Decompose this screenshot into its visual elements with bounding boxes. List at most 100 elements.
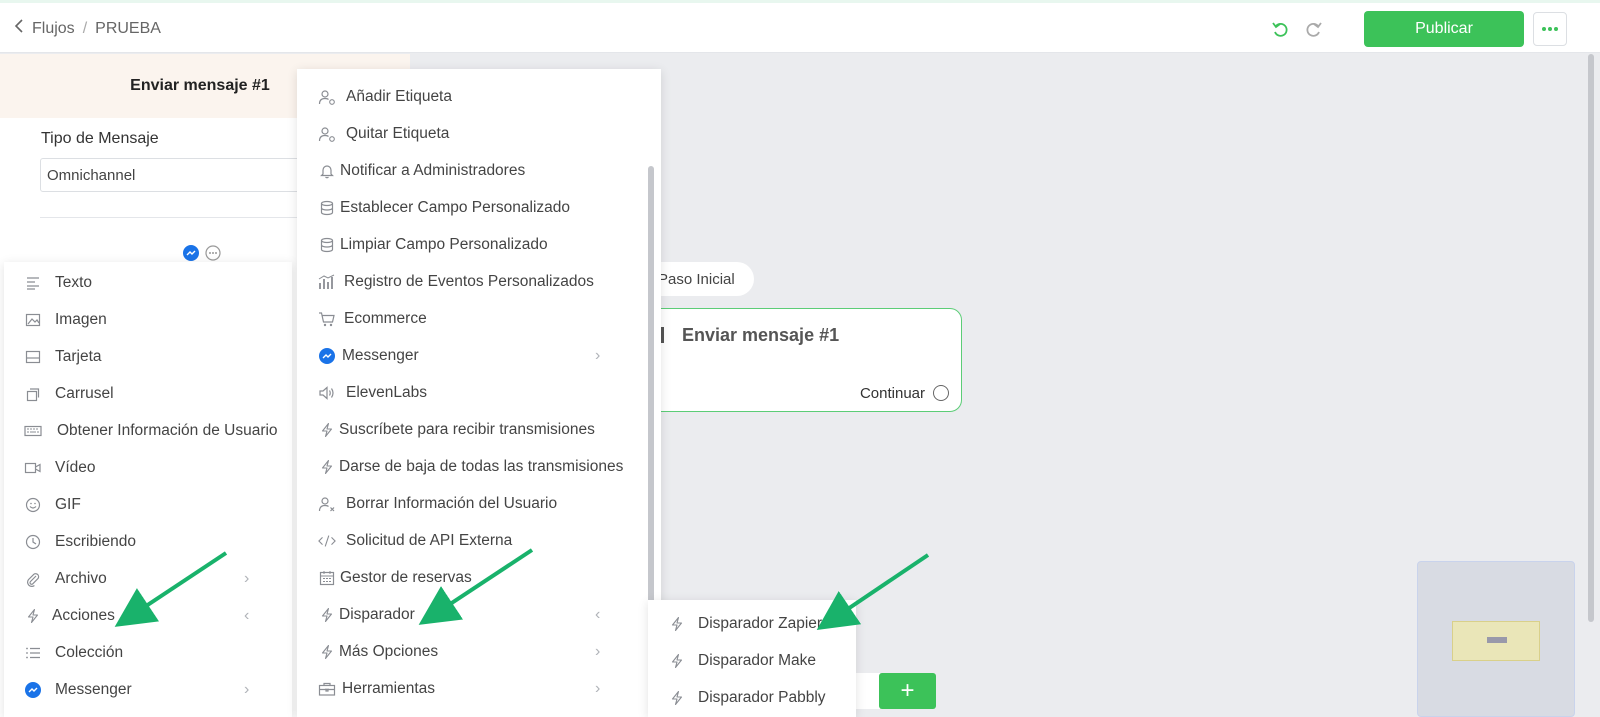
content-menu-item[interactable]: Colección — [24, 634, 123, 671]
actions-menu-item-label: Registro de Eventos Personalizados — [344, 272, 594, 290]
bolt-icon — [668, 689, 686, 707]
content-menu-item-label: Messenger — [55, 680, 132, 698]
actions-menu-item-label: Limpiar Campo Personalizado — [340, 235, 548, 253]
node-continue-label: Continuar — [859, 385, 925, 402]
flow-node-send-message[interactable]: Enviar mensaje #1 Continuar — [640, 308, 962, 412]
chevron-right-icon: › — [595, 642, 601, 660]
content-menu-item[interactable]: GIF — [24, 486, 81, 523]
canvas-scrollbar[interactable] — [1588, 54, 1594, 622]
node-output-port[interactable] — [933, 385, 949, 401]
trigger-menu-item[interactable]: Disparador Pabbly — [668, 679, 826, 716]
actions-menu-item[interactable]: Añadir Etiqueta — [318, 78, 452, 115]
messenger-icon — [318, 347, 336, 365]
actions-menu-item[interactable]: Borrar Información del Usuario — [318, 485, 557, 522]
actions-menu-item-label: Suscríbete para recibir transmisiones — [339, 420, 595, 438]
actions-menu-item[interactable]: Establecer Campo Personalizado — [318, 189, 570, 226]
actions-menu-item[interactable]: Quitar Etiqueta — [318, 115, 449, 152]
actions-menu-item-label: Gestor de reservas — [340, 568, 472, 586]
actions-menu-item[interactable]: Suscríbete para recibir transmisiones — [318, 411, 595, 448]
content-menu-item-label: Obtener Información de Usuario — [57, 421, 278, 439]
trigger-menu-item[interactable]: Disparador Make — [668, 642, 816, 679]
content-menu-item[interactable]: Acciones ‹ — [24, 597, 249, 634]
database-icon — [318, 236, 336, 254]
minimap[interactable] — [1417, 561, 1575, 717]
database-icon — [318, 199, 336, 217]
redo-icon[interactable] — [1303, 20, 1323, 40]
actions-menu-item[interactable]: Limpiar Campo Personalizado — [318, 226, 548, 263]
content-menu-item-label: Tarjeta — [55, 347, 102, 365]
text-lines-icon — [24, 274, 42, 292]
content-menu-item[interactable]: Imagen — [24, 301, 107, 338]
undo-icon[interactable] — [1271, 20, 1291, 40]
carousel-icon — [24, 385, 42, 403]
content-menu-item[interactable]: Texto — [24, 264, 92, 301]
bolt-icon — [318, 421, 336, 439]
back-chevron-icon[interactable] — [14, 19, 24, 38]
chat-bubble-icon — [205, 245, 221, 261]
user-tag-icon — [318, 125, 336, 143]
message-type-label: Tipo de Mensaje — [41, 130, 159, 147]
image-icon — [24, 311, 42, 329]
actions-menu-item[interactable]: Registro de Eventos Personalizados — [318, 263, 594, 300]
bolt-icon — [668, 615, 686, 633]
list-icon — [24, 644, 42, 662]
message-type-select[interactable]: Omnichannel — [40, 158, 300, 192]
chevron-right-icon: › — [244, 569, 250, 587]
content-menu-item-label: Vídeo — [55, 458, 96, 476]
add-step-box — [856, 673, 880, 709]
actions-menu-item[interactable]: ElevenLabs — [318, 374, 427, 411]
user-x-icon — [318, 495, 336, 513]
actions-menu-item-label: Establecer Campo Personalizado — [340, 198, 571, 216]
breadcrumb-flujos-link[interactable]: Flujos — [32, 20, 75, 38]
bolt-icon — [24, 607, 42, 625]
messenger-icon — [24, 681, 42, 699]
actions-menu-item[interactable]: Solicitud de API Externa — [318, 522, 512, 559]
content-menu-item[interactable]: Obtener Información de Usuario — [24, 412, 278, 449]
content-menu-item[interactable]: Messenger › — [24, 671, 249, 708]
actions-menu-item-label: Quitar Etiqueta — [346, 124, 450, 142]
content-menu-item[interactable]: Tarjeta — [24, 338, 102, 375]
panel-title: Enviar mensaje #1 — [130, 77, 270, 94]
ellipsis-icon — [1542, 27, 1558, 31]
content-menu-item[interactable]: Vídeo — [24, 449, 96, 486]
actions-menu-item[interactable]: Herramientas › — [318, 670, 600, 707]
node-drag-handle[interactable] — [661, 327, 664, 343]
content-menu-item[interactable]: Carrusel — [24, 375, 114, 412]
trigger-menu-item-label: Disparador Pabbly — [698, 688, 826, 706]
content-menu-item-label: Colección — [55, 643, 124, 661]
actions-menu-item[interactable]: Más Opciones › — [318, 633, 600, 670]
bar-chart-icon — [318, 273, 336, 291]
user-tag-icon — [318, 88, 336, 106]
top-bar: Flujos / PRUEBA Publicar — [0, 0, 1600, 53]
actions-menu-item[interactable]: Gestor de reservas — [318, 559, 472, 596]
add-step-button[interactable]: + — [879, 673, 936, 709]
actions-menu-item[interactable]: Messenger › — [318, 337, 600, 374]
clock-icon — [24, 533, 42, 551]
actions-menu-item[interactable]: Darse de baja de todas las transmisiones — [318, 448, 623, 485]
chevron-right-icon: › — [595, 346, 601, 364]
actions-menu-item[interactable]: Notificar a Administradores — [318, 152, 525, 189]
actions-menu-item[interactable]: Ecommerce — [318, 300, 427, 337]
toolbox-icon — [318, 680, 336, 698]
calendar-icon — [318, 569, 336, 587]
minimap-node — [1452, 621, 1540, 661]
content-menu-item-label: Imagen — [55, 310, 107, 328]
actions-menu-item-label: Notificar a Administradores — [340, 161, 526, 179]
actions-menu-item[interactable]: Disparador ‹ — [318, 596, 600, 633]
actions-menu-item-label: Darse de baja de todas las transmisiones — [339, 457, 624, 475]
actions-menu-item-label: Ecommerce — [344, 309, 427, 327]
actions-menu-item-label: ElevenLabs — [346, 383, 428, 401]
cart-icon — [318, 310, 336, 328]
more-options-button[interactable] — [1533, 12, 1567, 46]
smiley-icon — [24, 496, 42, 514]
publish-button[interactable]: Publicar — [1364, 11, 1524, 47]
trigger-menu-item[interactable]: Disparador Zapier — [668, 605, 822, 642]
actions-menu-item-label: Disparador — [339, 605, 415, 623]
channel-icons — [183, 245, 221, 261]
actions-menu-item-label: Herramientas — [342, 679, 436, 697]
node-title: Enviar mensaje #1 — [682, 325, 840, 345]
content-menu-item[interactable]: Archivo › — [24, 560, 249, 597]
chevron-left-icon: ‹ — [595, 605, 601, 623]
start-step-label: Paso Inicial — [658, 270, 735, 288]
content-menu-item[interactable]: Escribiendo — [24, 523, 136, 560]
